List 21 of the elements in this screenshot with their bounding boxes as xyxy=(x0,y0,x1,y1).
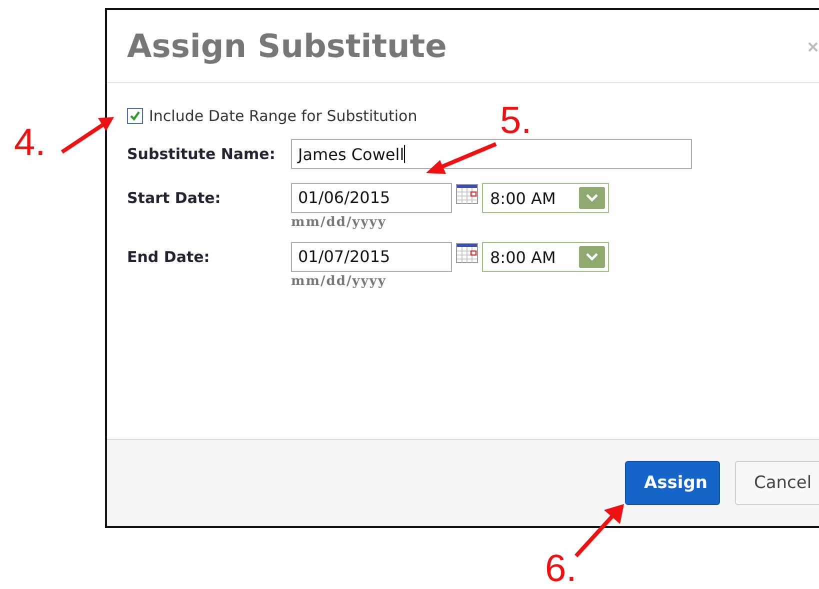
dialog-button[interactable]: Cancel xyxy=(735,461,819,505)
checkbox[interactable] xyxy=(127,108,143,124)
field-label: End Date: xyxy=(127,247,211,268)
time-dropdown[interactable]: 8:00 AM xyxy=(482,242,609,272)
calendar-icon[interactable] xyxy=(456,184,478,204)
date-input-field[interactable]: 01/06/2015 xyxy=(291,183,452,213)
time-dropdown[interactable]: 8:00 AM xyxy=(482,183,609,213)
chevron-down-icon xyxy=(579,246,605,268)
field-label: Start Date: xyxy=(127,188,222,209)
step-number: 4. xyxy=(14,122,46,165)
step-number: 6. xyxy=(545,548,577,589)
date-format-hint: mm/dd/yyyy xyxy=(291,215,388,230)
field-label: Substitute Name: xyxy=(127,145,276,163)
dialog-button[interactable]: Assign xyxy=(625,461,720,505)
date-format-hint: mm/dd/yyyy xyxy=(291,274,388,289)
chevron-down-icon xyxy=(579,187,605,209)
date-input-field[interactable]: 01/07/2015 xyxy=(291,242,452,272)
name-input-field[interactable]: James Cowell xyxy=(291,139,692,169)
checkbox-label: Include Date Range for Substitution xyxy=(149,107,418,125)
calendar-icon[interactable] xyxy=(456,243,478,263)
dialog-title: Assign Substitute xyxy=(127,27,447,65)
